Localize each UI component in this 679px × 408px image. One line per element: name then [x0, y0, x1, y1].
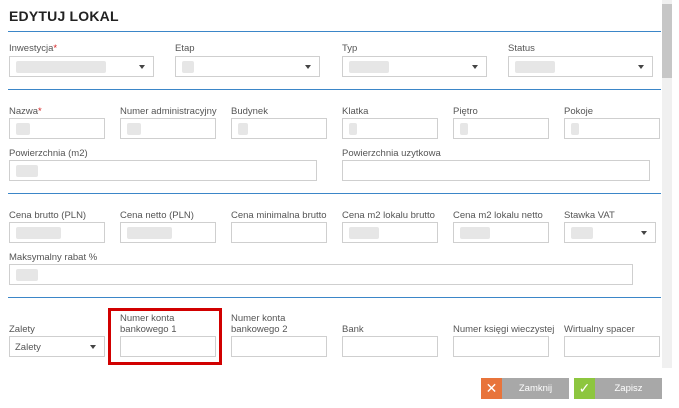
typ-select[interactable]: [342, 56, 487, 77]
redacted-value: [16, 227, 61, 239]
ksiega-wieczysta-label: Numer księgi wieczystej: [453, 324, 555, 335]
highlight-box: [108, 308, 222, 365]
nazwa-input[interactable]: [9, 118, 105, 139]
redacted-value: [16, 165, 38, 177]
bank-input[interactable]: [342, 336, 438, 357]
powierzchnia-uzytkowa-label: Powierzchnia uzytkowa: [342, 148, 441, 159]
status-select[interactable]: [508, 56, 653, 77]
powierzchnia-uzytkowa-input[interactable]: [342, 160, 650, 181]
bank-label: Bank: [342, 324, 364, 335]
chevron-down-icon: [641, 231, 647, 235]
redacted-value: [349, 227, 379, 239]
zalety-select[interactable]: Zalety: [9, 336, 105, 357]
cena-m2-netto-label: Cena m2 lokalu netto: [453, 210, 543, 221]
maksymalny-rabat-label: Maksymalny rabat %: [9, 252, 98, 263]
redacted-value: [182, 61, 194, 73]
section-divider: [8, 297, 661, 298]
redacted-value: [238, 123, 248, 135]
etap-select[interactable]: [175, 56, 320, 77]
maksymalny-rabat-input[interactable]: [9, 264, 633, 285]
cena-minimalna-label: Cena minimalna brutto: [231, 210, 327, 221]
redacted-value: [460, 227, 490, 239]
nazwa-label: Nazwa*: [9, 106, 42, 117]
wirtualny-spacer-input[interactable]: [564, 336, 660, 357]
pokoje-input[interactable]: [564, 118, 660, 139]
numer-konta-bankowego-2-input[interactable]: [231, 336, 327, 357]
dialog-title: EDYTUJ LOKAL: [9, 8, 119, 24]
budynek-input[interactable]: [231, 118, 327, 139]
stawka-vat-label: Stawka VAT: [564, 210, 615, 221]
inwestycja-select[interactable]: [9, 56, 154, 77]
redacted-value: [127, 227, 172, 239]
redacted-value: [515, 61, 555, 73]
cena-m2-brutto-input[interactable]: [342, 222, 438, 243]
budynek-label: Budynek: [231, 106, 268, 117]
cena-netto-input[interactable]: [120, 222, 216, 243]
pietro-label: Piętro: [453, 106, 478, 117]
section-divider: [8, 31, 661, 32]
cena-brutto-label: Cena brutto (PLN): [9, 210, 87, 221]
section-divider: [8, 193, 661, 194]
redacted-value: [349, 123, 357, 135]
cena-netto-label: Cena netto (PLN): [120, 210, 194, 221]
wirtualny-spacer-label: Wirtualny spacer: [564, 324, 635, 335]
pietro-input[interactable]: [453, 118, 549, 139]
konto2-label: Numer konta bankowego 2: [231, 313, 288, 335]
chevron-down-icon: [472, 65, 478, 69]
close-button[interactable]: ✕ Zamknij: [481, 378, 569, 399]
zalety-label: Zalety: [9, 324, 35, 335]
numer-administracyjny-label: Numer administracyjny: [120, 106, 217, 117]
klatka-label: Klatka: [342, 106, 369, 117]
chevron-down-icon: [638, 65, 644, 69]
redacted-value: [16, 269, 38, 281]
redacted-value: [16, 61, 106, 73]
status-label: Status: [508, 43, 535, 54]
check-icon: ✓: [574, 378, 595, 399]
pokoje-label: Pokoje: [564, 106, 594, 117]
save-button[interactable]: ✓ Zapisz: [574, 378, 662, 399]
redacted-value: [460, 123, 468, 135]
powierzchnia-input[interactable]: [9, 160, 317, 181]
etap-label: Etap: [175, 43, 195, 54]
scrollbar-thumb[interactable]: [662, 4, 672, 78]
cena-m2-brutto-label: Cena m2 lokalu brutto: [342, 210, 435, 221]
typ-label: Typ: [342, 43, 358, 54]
section-divider: [8, 89, 661, 90]
stawka-vat-select[interactable]: [564, 222, 656, 243]
numer-administracyjny-input[interactable]: [120, 118, 216, 139]
chevron-down-icon: [139, 65, 145, 69]
redacted-value: [127, 123, 141, 135]
chevron-down-icon: [90, 345, 96, 349]
close-icon: ✕: [481, 378, 502, 399]
close-button-label: Zamknij: [518, 383, 553, 394]
zalety-selected-value: Zalety: [15, 342, 41, 353]
redacted-value: [571, 123, 579, 135]
chevron-down-icon: [305, 65, 311, 69]
numer-ksiegi-wieczystej-input[interactable]: [453, 336, 549, 357]
cena-m2-netto-input[interactable]: [453, 222, 549, 243]
redacted-value: [571, 227, 593, 239]
redacted-value: [16, 123, 30, 135]
inwestycja-label: Inwestycja*: [9, 43, 58, 54]
klatka-input[interactable]: [342, 118, 438, 139]
powierzchnia-label: Powierzchnia (m2): [9, 148, 88, 159]
redacted-value: [349, 61, 389, 73]
save-button-label: Zapisz: [614, 383, 643, 394]
cena-minimalna-input[interactable]: [231, 222, 327, 243]
cena-brutto-input[interactable]: [9, 222, 105, 243]
